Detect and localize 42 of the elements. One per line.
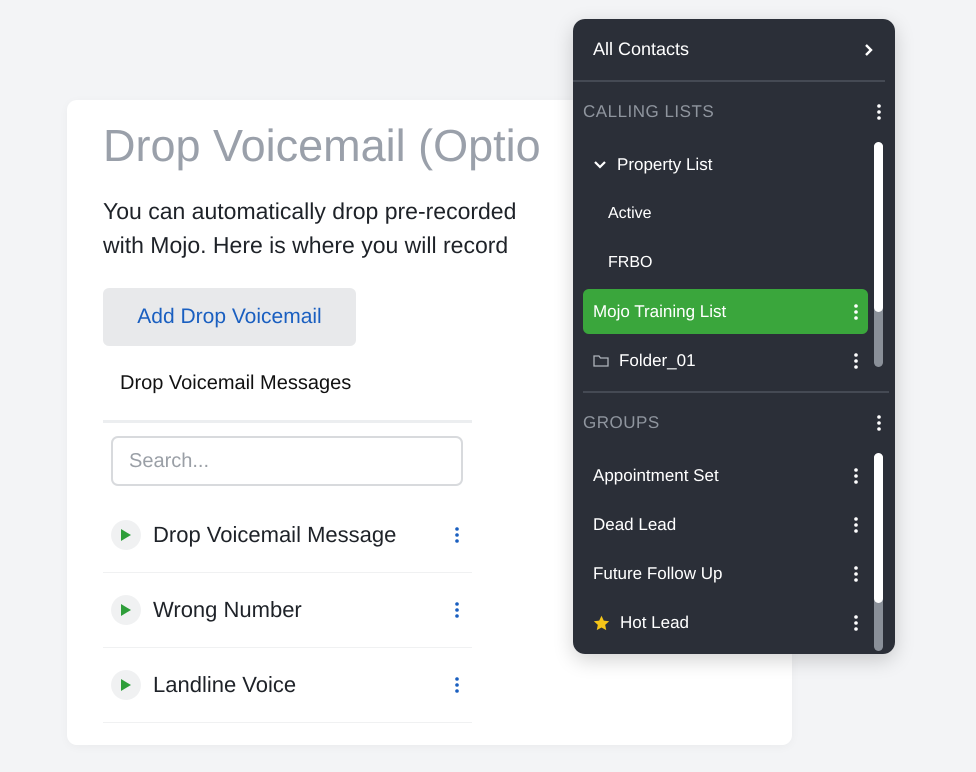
list-title: Drop Voicemail Messages <box>120 372 352 395</box>
list-item[interactable]: Appointment Set <box>583 453 868 498</box>
page-title: Drop Voicemail (Optio <box>103 119 541 173</box>
list-item[interactable]: Property List <box>583 142 868 187</box>
kebab-icon <box>877 104 881 120</box>
list-item[interactable]: Dead Lead <box>583 502 868 547</box>
folder-icon <box>593 354 609 367</box>
list-item[interactable]: FRBO <box>583 240 868 285</box>
chevron-icon <box>864 42 873 56</box>
kebab-icon <box>455 602 459 618</box>
message-name: Drop Voicemail Message <box>153 522 398 548</box>
list-item[interactable]: Hot Lead <box>583 600 868 645</box>
scrollbar[interactable] <box>874 142 883 367</box>
scrollbar[interactable] <box>874 453 883 651</box>
kebab-icon <box>854 468 858 484</box>
kebab-icon <box>854 566 858 582</box>
all-contacts-item[interactable]: All Contacts <box>573 19 885 82</box>
description-line: You can automatically drop pre-recorded <box>103 197 516 226</box>
section-title: CALLING LISTS <box>583 102 714 122</box>
kebab-icon <box>854 352 858 368</box>
list-item[interactable]: Folder_01 <box>583 338 868 383</box>
kebab-icon <box>854 614 858 630</box>
search-field[interactable]: Search... <box>111 436 463 486</box>
star-icon <box>593 614 610 630</box>
description-line: with Mojo. Here is where you will record <box>103 231 510 260</box>
play-icon <box>120 603 132 617</box>
kebab-icon <box>854 304 858 320</box>
section-title: GROUPS <box>583 413 660 433</box>
kebab-icon <box>854 516 858 532</box>
play-button[interactable] <box>111 670 141 700</box>
message-name: Landline Voice <box>153 672 298 698</box>
message-name: Wrong Number <box>153 597 303 623</box>
play-icon <box>120 528 132 542</box>
play-button[interactable] <box>111 595 141 625</box>
add-voicemail-button[interactable]: Add Drop Voicemail <box>103 288 356 346</box>
kebab-icon <box>877 415 881 431</box>
list-item[interactable]: Active <box>583 191 868 236</box>
kebab-icon <box>455 527 459 543</box>
play-button[interactable] <box>111 520 141 550</box>
list-item[interactable]: Future Follow Up <box>583 551 868 596</box>
play-icon <box>120 678 132 692</box>
kebab-icon <box>455 677 459 693</box>
